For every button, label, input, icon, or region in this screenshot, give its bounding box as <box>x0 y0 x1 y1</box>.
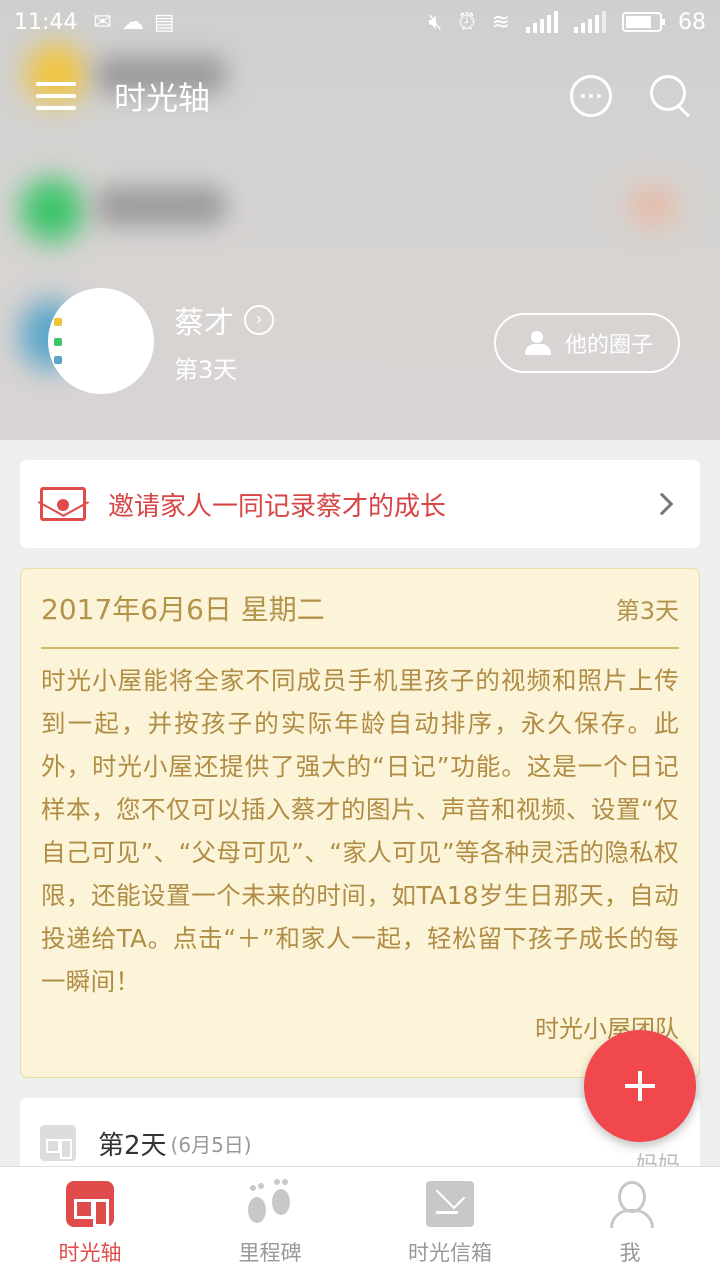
person-icon <box>606 1180 654 1228</box>
top-bar: 时光轴 <box>0 56 720 136</box>
status-bar: 11:44 ✉ ☁ ▤ 🔇︎ ⏰︎ ≋ 68 <box>0 0 720 44</box>
menu-icon[interactable] <box>36 82 76 110</box>
page-title: 时光轴 <box>114 79 211 117</box>
signal-4g-icon <box>574 11 606 33</box>
diary-sample-card[interactable]: 2017年6月6日 星期二 第3天 时光小屋能将全家不同成员手机里孩子的视频和照… <box>20 568 700 1078</box>
diary-day: 第3天 <box>615 596 679 625</box>
notification-icon: ☁ <box>121 9 144 35</box>
invite-family-card[interactable]: 邀请家人一同记录蔡才的成长 <box>20 460 700 548</box>
add-button[interactable] <box>584 1030 696 1142</box>
bottom-nav: 时光轴 里程碑 时光信箱 我 <box>0 1166 720 1280</box>
mail-icon <box>426 1180 474 1227</box>
blurred-badge <box>628 186 678 226</box>
battery-icon <box>622 12 665 32</box>
tab-time-mailbox[interactable]: 时光信箱 <box>360 1167 540 1280</box>
signal-icon <box>526 11 558 33</box>
child-name: 蔡才 <box>174 305 234 341</box>
avatar[interactable] <box>48 288 154 394</box>
diary-date: 2017年6月6日 星期二 <box>41 593 325 626</box>
tab-milestones[interactable]: 里程碑 <box>180 1167 360 1280</box>
blurred-avatar-green <box>20 178 84 242</box>
chevron-right-icon <box>650 492 674 516</box>
people-icon <box>521 331 555 355</box>
his-circle-button[interactable]: 他的圈子 <box>494 313 680 373</box>
diary-body: 时光小屋能将全家不同成员手机里孩子的视频和照片上传到一起，并按孩子的实际年龄自动… <box>41 666 679 996</box>
chevron-right-icon: › <box>244 304 274 335</box>
footprints-icon <box>246 1178 294 1227</box>
his-circle-label: 他的圈子 <box>564 333 653 358</box>
invite-text: 邀请家人一同记录蔡才的成长 <box>108 491 447 522</box>
house-icon <box>66 1180 114 1227</box>
status-time: 11:44 <box>14 9 78 35</box>
chat-icon[interactable] <box>570 75 612 117</box>
tab-timeline[interactable]: 时光轴 <box>0 1167 180 1280</box>
child-profile[interactable]: 蔡才 › 第3天 <box>48 288 274 394</box>
notification-icon: ▤ <box>153 9 175 35</box>
tab-label: 我 <box>619 1240 641 1265</box>
profile-name-row[interactable]: 蔡才 › <box>174 298 274 342</box>
envelope-icon <box>40 487 86 521</box>
mute-icon: 🔇︎ <box>428 9 443 35</box>
notification-icon: ✉ <box>93 9 112 35</box>
profile-info: 蔡才 › 第3天 <box>174 298 274 385</box>
child-age-days: 第3天 <box>174 355 238 384</box>
entry-date: (6月5日) <box>170 1132 252 1157</box>
battery-level: 68 <box>678 9 706 35</box>
wifi-icon: ≋ <box>491 9 510 35</box>
alarm-icon: ⏰︎ <box>458 9 476 35</box>
tab-label: 时光轴 <box>58 1240 122 1265</box>
tab-label: 时光信箱 <box>408 1240 492 1265</box>
search-icon[interactable] <box>650 75 692 117</box>
header-background: 11:44 ✉ ☁ ▤ 🔇︎ ⏰︎ ≋ 68 时光轴 蔡才 › 第3天 他的圈子 <box>0 0 720 440</box>
blurred-text <box>96 186 226 226</box>
entry-day: 第2天 <box>98 1130 167 1161</box>
diary-signature: 时光小屋团队 <box>535 1015 679 1043</box>
status-right: 🔇︎ ⏰︎ ≋ 68 <box>429 10 706 35</box>
top-actions <box>570 75 692 117</box>
house-icon <box>40 1125 76 1161</box>
plus-icon <box>625 1071 655 1101</box>
tab-label: 里程碑 <box>238 1240 302 1265</box>
diary-header: 2017年6月6日 星期二 第3天 <box>41 569 679 649</box>
tab-me[interactable]: 我 <box>540 1167 720 1280</box>
